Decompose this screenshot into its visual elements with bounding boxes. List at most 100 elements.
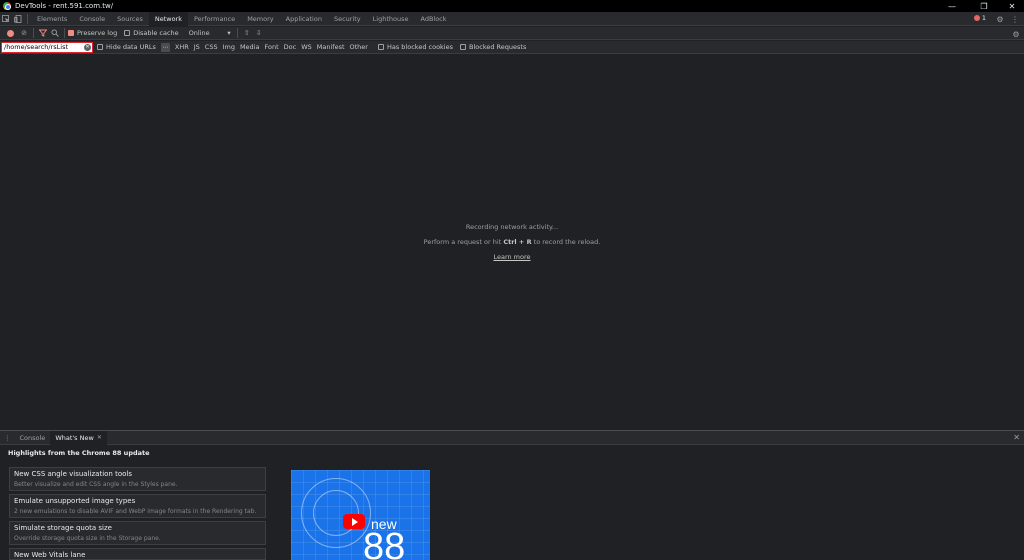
- reload-hint-suffix: to record the reload.: [531, 238, 601, 246]
- filter-icon[interactable]: [37, 27, 49, 39]
- clear-icon[interactable]: ⊘: [18, 27, 30, 39]
- preserve-log-check-icon: [68, 30, 74, 36]
- filter-type-img[interactable]: Img: [223, 43, 235, 51]
- record-icon[interactable]: [7, 29, 14, 37]
- whats-new-item[interactable]: Emulate unsupported image types 2 new em…: [9, 494, 266, 518]
- drawer-menu-icon[interactable]: ⋮: [0, 431, 15, 445]
- tab-adblock[interactable]: AdBlock: [414, 12, 452, 26]
- settings-gear-icon[interactable]: ⚙: [994, 13, 1006, 25]
- divider: [33, 28, 34, 38]
- tab-lighthouse[interactable]: Lighthouse: [367, 12, 415, 26]
- reload-shortcut: Ctrl + R: [503, 238, 532, 246]
- filter-type-xhr[interactable]: XHR: [175, 43, 189, 51]
- throttling-select[interactable]: Online ▾: [186, 29, 234, 37]
- filter-type-manifest[interactable]: Manifest: [317, 43, 345, 51]
- import-har-icon[interactable]: ⇧: [241, 27, 253, 39]
- learn-more-link[interactable]: Learn more: [493, 253, 530, 261]
- has-blocked-cookies-checkbox[interactable]: Has blocked cookies: [377, 43, 453, 51]
- disable-cache-checkbox[interactable]: Disable cache: [124, 29, 179, 37]
- close-tab-icon[interactable]: ✕: [97, 434, 102, 441]
- drawer-tab-console[interactable]: Console: [15, 431, 51, 445]
- filter-bar: /home/search/rsList ✕ Hide data URLs ⋯ X…: [0, 41, 1024, 54]
- tab-memory[interactable]: Memory: [241, 12, 279, 26]
- hide-data-urls-label: Hide data URLs: [106, 43, 156, 51]
- disable-cache-check-icon: [124, 30, 131, 36]
- hide-data-urls-check-icon: [97, 44, 103, 50]
- devtools-tabbar: Elements Console Sources Network Perform…: [0, 11, 1024, 26]
- network-toolbar: ⊘ Preserve log Disable cache Online ▾ ⇧ …: [0, 27, 1024, 40]
- restore-icon[interactable]: ❐: [972, 0, 996, 12]
- divider: [64, 28, 65, 38]
- whats-new-item[interactable]: New Web Vitals lane: [9, 548, 266, 560]
- whats-new-item[interactable]: Simulate storage quota size Override sto…: [9, 521, 266, 545]
- drawer-tab-whats-new-label: What's New: [55, 433, 94, 442]
- filter-type-ws[interactable]: WS: [301, 43, 312, 51]
- whats-new-item-title: New CSS angle visualization tools: [14, 470, 132, 478]
- chrome-logo-icon: [3, 2, 11, 10]
- search-icon[interactable]: [49, 27, 61, 39]
- disable-cache-label: Disable cache: [133, 29, 179, 37]
- window-title: DevTools - rent.591.com.tw/: [15, 2, 114, 10]
- whats-new-item-title: Emulate unsupported image types: [14, 497, 136, 505]
- filter-type-font[interactable]: Font: [264, 43, 278, 51]
- reload-hint: Perform a request or hit Ctrl + R to rec…: [0, 238, 1024, 246]
- filter-type-doc[interactable]: Doc: [284, 43, 297, 51]
- video-circle-decoration: [313, 490, 359, 536]
- blocked-requests-check-icon: [460, 44, 466, 50]
- whats-new-item-desc: Better visualize and edit CSS angle in t…: [14, 481, 178, 488]
- tab-sources[interactable]: Sources: [111, 12, 149, 26]
- filter-type-css[interactable]: CSS: [205, 43, 218, 51]
- reload-hint-prefix: Perform a request or hit: [423, 238, 504, 246]
- whats-new-item[interactable]: New CSS angle visualization tools Better…: [9, 467, 266, 491]
- whats-new-item-desc: 2 new emulations to disable AVIF and Web…: [14, 508, 257, 515]
- more-options-icon[interactable]: ⋮: [1009, 13, 1021, 25]
- drawer-tab-whats-new[interactable]: What's New ✕: [50, 430, 107, 445]
- blocked-requests-label: Blocked Requests: [469, 43, 527, 51]
- caret-down-icon: ▾: [227, 29, 231, 37]
- filter-type-media[interactable]: Media: [240, 43, 260, 51]
- minimize-icon[interactable]: —: [940, 0, 964, 12]
- filter-input[interactable]: /home/search/rsList ✕: [1, 41, 93, 53]
- tab-performance[interactable]: Performance: [188, 12, 241, 26]
- filter-value: /home/search/rsList: [4, 43, 69, 51]
- has-blocked-cookies-label: Has blocked cookies: [386, 43, 453, 51]
- whats-new-heading: Highlights from the Chrome 88 update: [8, 449, 150, 457]
- tab-network[interactable]: Network: [148, 11, 188, 26]
- filter-type-js[interactable]: JS: [194, 43, 200, 51]
- tab-console[interactable]: Console: [73, 12, 111, 26]
- network-settings-gear-icon[interactable]: ⚙: [1010, 28, 1022, 40]
- video-version-number: 88: [363, 526, 406, 560]
- preserve-log-checkbox[interactable]: Preserve log: [68, 29, 117, 37]
- blocked-requests-checkbox[interactable]: Blocked Requests: [460, 43, 526, 51]
- preserve-log-label: Preserve log: [77, 29, 118, 37]
- whats-new-item-desc: Override storage quota size in the Stora…: [14, 535, 161, 542]
- error-count: 1: [981, 14, 986, 22]
- learn-more-row: Learn more: [0, 253, 1024, 261]
- recording-message: Recording network activity...: [465, 223, 559, 231]
- close-drawer-icon[interactable]: ✕: [1013, 433, 1020, 442]
- error-badge[interactable]: 1: [973, 14, 986, 22]
- throttling-value: Online: [188, 29, 210, 37]
- clear-filter-icon[interactable]: ✕: [84, 43, 91, 51]
- hide-data-urls-checkbox[interactable]: Hide data URLs: [97, 43, 156, 51]
- all-types-button[interactable]: ⋯: [160, 42, 170, 52]
- network-request-panel: Recording network activity... Perform a …: [0, 55, 1024, 429]
- error-icon: [973, 15, 980, 21]
- divider: [27, 13, 28, 24]
- tab-elements[interactable]: Elements: [31, 12, 73, 26]
- export-har-icon[interactable]: ⇩: [253, 27, 265, 39]
- divider: [236, 28, 238, 38]
- whats-new-video-thumbnail[interactable]: new 88: [291, 470, 430, 560]
- youtube-play-icon[interactable]: [343, 514, 365, 529]
- device-toolbar-icon[interactable]: [12, 13, 24, 25]
- inspect-element-icon[interactable]: [0, 13, 12, 25]
- whats-new-item-title: Simulate storage quota size: [14, 524, 112, 532]
- drawer-tabbar: ⋮ Console What's New ✕: [0, 430, 1024, 445]
- whats-new-item-title: New Web Vitals lane: [14, 551, 86, 559]
- has-blocked-cookies-check-icon: [377, 44, 384, 50]
- tab-application[interactable]: Application: [280, 12, 328, 26]
- tab-security[interactable]: Security: [328, 12, 367, 26]
- filter-type-other[interactable]: Other: [350, 43, 368, 51]
- window-titlebar: DevTools - rent.591.com.tw/: [0, 0, 1024, 12]
- close-window-icon[interactable]: ✕: [1000, 0, 1024, 12]
